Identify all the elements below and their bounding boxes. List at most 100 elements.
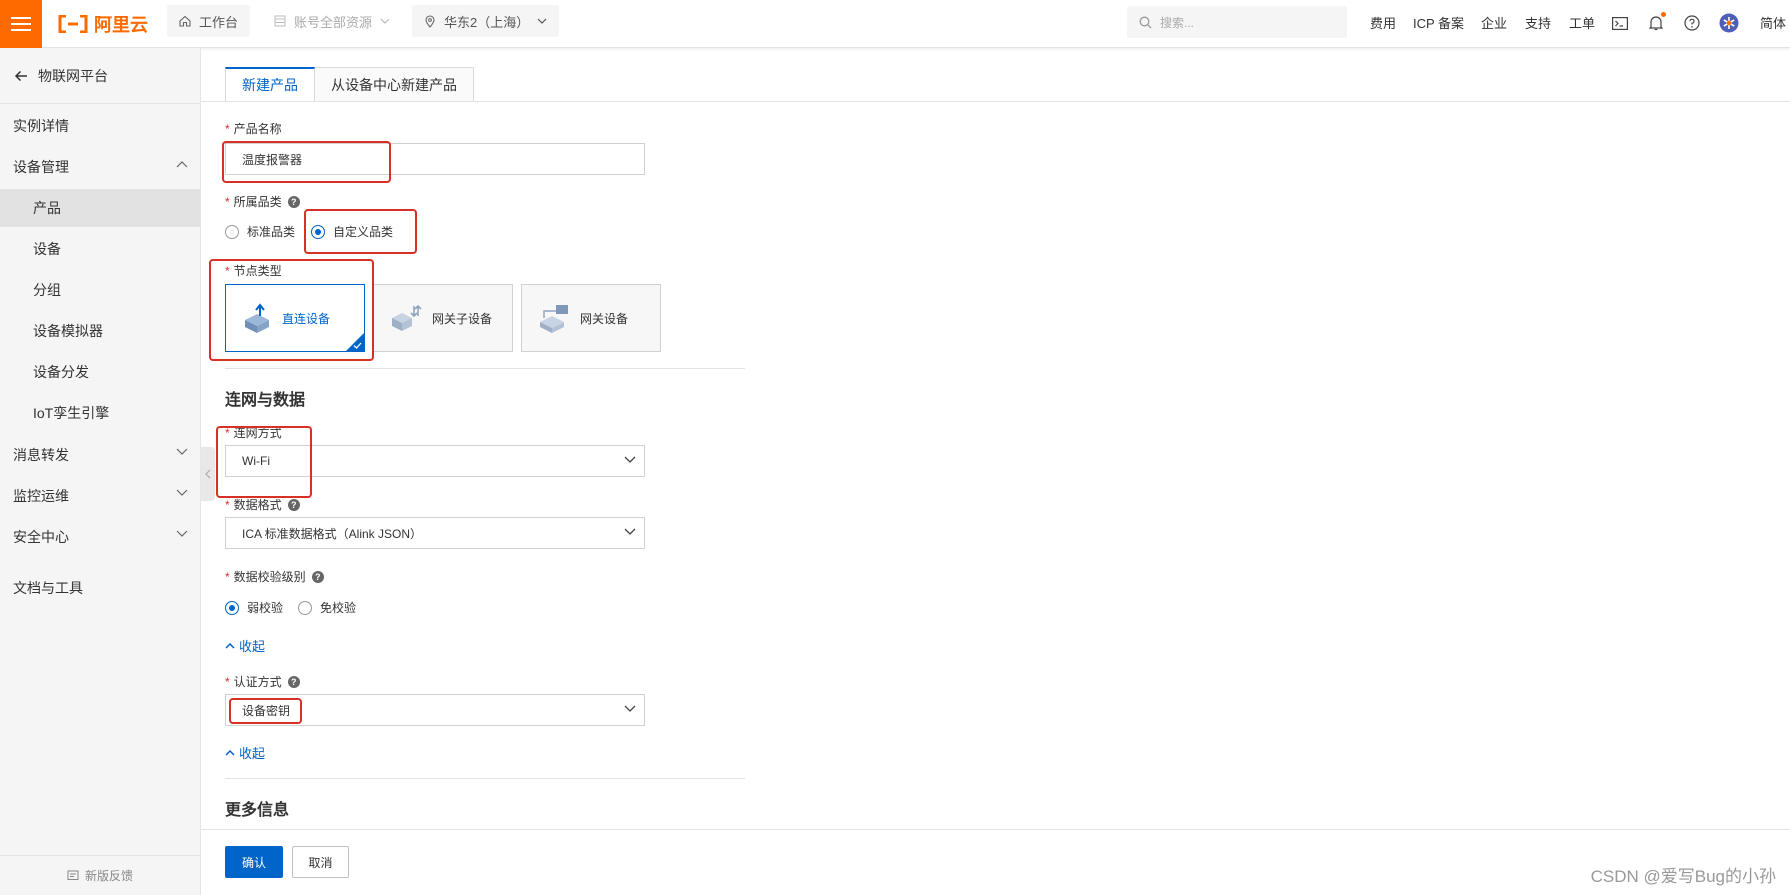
sidebar-item-label: 设备分发 [33, 364, 89, 380]
chevron-down-icon [176, 489, 188, 496]
required-mark: * [225, 569, 230, 584]
tab-new-product[interactable]: 新建产品 [225, 67, 315, 102]
language-switch[interactable]: 简体 [1760, 13, 1786, 32]
enterprise-link[interactable]: 企业 [1481, 13, 1507, 32]
chevron-down-icon [624, 528, 636, 535]
workbench-button[interactable]: 工作台 [167, 5, 251, 37]
sidebar-item-label: 产品 [33, 200, 61, 216]
search-placeholder: 搜索... [1160, 15, 1195, 30]
collapse-toggle-1[interactable]: 收起 [225, 636, 265, 655]
sidebar-item-product[interactable]: 产品 [0, 189, 200, 227]
sidebar-item-label: 文档与工具 [13, 580, 83, 596]
check-level-label-text: 数据校验级别 [233, 570, 306, 584]
search-icon [1139, 16, 1152, 28]
sidebar-item-iot-twin-engine[interactable]: IoT孪生引擎 [0, 394, 200, 432]
sidebar-item-device-distribution[interactable]: 设备分发 [0, 353, 200, 391]
cancel-button[interactable]: 取消 [292, 846, 349, 878]
product-name-input[interactable]: 温度报警器 [225, 143, 645, 175]
section-divider [225, 778, 745, 779]
node-card-label: 直连设备 [282, 311, 331, 326]
product-name-label-text: 产品名称 [233, 122, 282, 136]
sidebar-item-docs-tools[interactable]: 文档与工具 [0, 569, 200, 607]
node-type-label: * 节点类型 [225, 262, 282, 279]
help-icon[interactable]: ? [287, 498, 300, 511]
home-icon [179, 15, 191, 27]
region-label: 华东2（上海） [444, 14, 530, 30]
sidebar-item-security-center[interactable]: 安全中心 [0, 518, 200, 556]
help-icon[interactable]: ? [311, 570, 324, 583]
section-divider [225, 368, 745, 369]
sidebar-item-label: 监控运维 [13, 488, 69, 504]
user-avatar[interactable] [1718, 12, 1740, 34]
bell-icon [1649, 16, 1663, 31]
billing-link[interactable]: 费用 [1370, 13, 1396, 32]
radio-custom-category[interactable]: 自定义品类 [311, 223, 393, 240]
tabs-divider [201, 101, 1790, 102]
feedback-label: 新版反馈 [84, 869, 133, 883]
aliyun-logo[interactable]: 阿里云 [58, 12, 148, 36]
notification-badge [1661, 12, 1666, 17]
sidebar-item-monitoring[interactable]: 监控运维 [0, 477, 200, 515]
category-label: * 所属品类 ? [225, 193, 300, 210]
sidebar-item-device-simulator[interactable]: 设备模拟器 [0, 312, 200, 350]
node-type-label-text: 节点类型 [233, 264, 282, 278]
data-format-label-text: 数据格式 [233, 498, 282, 512]
confirm-button[interactable]: 确认 [225, 846, 283, 878]
back-to-iot-platform[interactable]: 物联网平台 [0, 48, 200, 104]
chevron-down-icon [176, 448, 188, 455]
auth-method-label-text: 认证方式 [233, 675, 282, 689]
network-method-value: Wi-Fi [242, 454, 270, 468]
radio-circle [298, 600, 312, 615]
chevron-down-icon [537, 18, 547, 24]
network-method-label-text: 连网方式 [233, 426, 282, 440]
collapse-toggle-2[interactable]: 收起 [225, 743, 265, 762]
hamburger-menu-button[interactable] [0, 0, 42, 48]
sidebar-collapse-handle[interactable] [201, 447, 215, 501]
sidebar-item-label: 分组 [33, 282, 61, 298]
sidebar-item-device-management[interactable]: 设备管理 [0, 148, 200, 186]
radio-standard-category[interactable]: 标准品类 [225, 223, 295, 240]
radio-circle-checked [225, 600, 239, 615]
help-icon[interactable]: ? [287, 675, 300, 688]
tab-from-device-center[interactable]: 从设备中心新建产品 [315, 67, 474, 102]
auth-method-select[interactable]: 设备密钥 [225, 694, 645, 726]
radio-no-check[interactable]: 免校验 [298, 599, 356, 616]
sidebar-item-label: 设备管理 [13, 159, 69, 175]
hamburger-icon [11, 17, 31, 31]
radio-weak-check[interactable]: 弱校验 [225, 599, 283, 616]
resource-group-selector[interactable]: 账号全部资源 [262, 5, 402, 37]
notifications-button[interactable] [1645, 12, 1667, 34]
gateway-device-icon [540, 305, 568, 333]
node-card-direct-device[interactable]: 直连设备 [225, 284, 365, 352]
create-product-tabs: 新建产品 从设备中心新建产品 [225, 67, 474, 102]
help-button[interactable] [1681, 12, 1703, 34]
network-method-label: * 连网方式 [225, 424, 282, 441]
sidebar-item-instance-details[interactable]: 实例详情 [0, 107, 200, 145]
support-link[interactable]: 支持 [1525, 13, 1551, 32]
region-selector[interactable]: 华东2（上海） [412, 5, 560, 37]
node-card-gateway-sub-device[interactable]: 网关子设备 [373, 284, 513, 352]
sidebar-item-message-forwarding[interactable]: 消息转发 [0, 436, 200, 474]
logo-text: 阿里云 [94, 15, 148, 35]
help-icon[interactable]: ? [287, 195, 300, 208]
sidebar-item-label: 设备模拟器 [33, 323, 103, 339]
radio-label: 标准品类 [247, 225, 296, 239]
new-version-feedback-button[interactable]: 新版反馈 [0, 855, 200, 895]
direct-device-icon [245, 303, 269, 333]
icp-filing-link[interactable]: ICP 备案 [1413, 13, 1464, 32]
data-format-select[interactable]: ICA 标准数据格式（Alink JSON） [225, 517, 645, 549]
global-search-input[interactable]: 搜索... [1127, 6, 1347, 38]
cloud-shell-button[interactable] [1609, 12, 1631, 34]
collapse-label: 收起 [239, 746, 266, 761]
ticket-link[interactable]: 工单 [1569, 13, 1595, 32]
category-label-text: 所属品类 [233, 195, 282, 209]
sidebar-item-group[interactable]: 分组 [0, 271, 200, 309]
arrow-left-icon [14, 70, 27, 81]
resource-group-icon [274, 15, 286, 27]
node-card-gateway-device[interactable]: 网关设备 [521, 284, 661, 352]
network-method-select[interactable]: Wi-Fi [225, 445, 645, 477]
check-level-label: * 数据校验级别 ? [225, 568, 324, 585]
sidebar-item-label: 设备 [33, 241, 61, 257]
sidebar-item-device[interactable]: 设备 [0, 230, 200, 268]
checkmark-icon [353, 342, 362, 349]
